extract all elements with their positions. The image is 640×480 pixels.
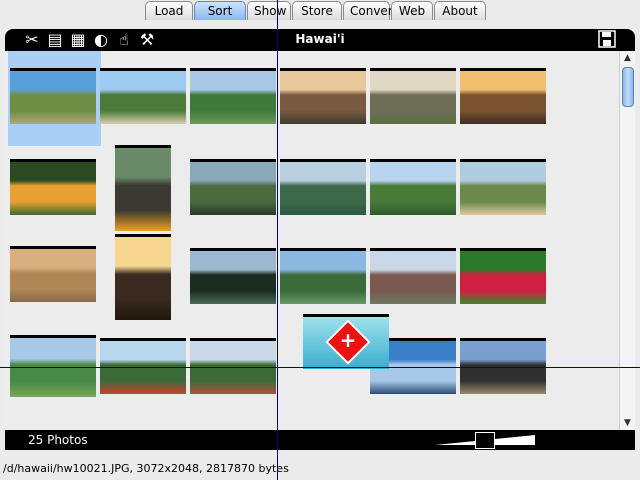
photo-image [10, 249, 96, 302]
photo-thumbnail[interactable] [10, 68, 96, 124]
photo-thumbnail[interactable] [10, 335, 96, 397]
tab-convert[interactable]: Convert [343, 1, 397, 20]
floppy-disk-icon-svg [598, 30, 616, 48]
photo-image [460, 162, 546, 215]
panel-footer: 25 Photos [5, 430, 635, 450]
thumbnail-grid [5, 51, 620, 431]
scroll-down-arrow-icon[interactable]: ▼ [621, 417, 634, 430]
dragged-thumbnail: + [303, 314, 389, 369]
photo-image [460, 251, 546, 304]
scroll-up-arrow-icon[interactable]: ▲ [621, 52, 634, 65]
photo-thumbnail[interactable] [190, 159, 276, 215]
photo-image [115, 237, 171, 320]
album-title: Hawai'i [295, 32, 345, 46]
photo-thumbnail[interactable] [100, 338, 186, 394]
vertical-scrollbar[interactable]: ▲ ▼ [619, 51, 635, 431]
tab-web[interactable]: Web [391, 1, 433, 20]
photo-image [115, 148, 171, 231]
scrollbar-thumb[interactable] [622, 67, 634, 107]
photo-thumbnail[interactable] [460, 248, 546, 304]
photo-thumbnail[interactable] [370, 159, 456, 215]
tab-show[interactable]: Show [247, 1, 291, 20]
photo-image [10, 162, 96, 215]
photo-thumbnail[interactable] [100, 68, 186, 124]
tab-sort[interactable]: Sort [194, 1, 246, 20]
photo-thumbnail[interactable] [460, 68, 546, 124]
photo-album-panel: ✂ ▤ ▦ ◐ ☝ ⚒ Hawai'i ▲ ▼ 25 Photos [5, 29, 635, 450]
photo-thumbnail[interactable] [460, 159, 546, 215]
tab-about[interactable]: About [434, 1, 486, 20]
plus-icon: + [339, 328, 357, 352]
tab-load[interactable]: Load [145, 1, 193, 20]
zoom-slider-knob[interactable] [475, 432, 495, 449]
photo-thumbnail[interactable] [370, 248, 456, 304]
photo-thumbnail[interactable] [190, 248, 276, 304]
photo-image [280, 162, 366, 215]
photo-image [190, 71, 276, 124]
crosshair-horizontal-line [0, 367, 640, 368]
floppy-disk-icon[interactable] [596, 30, 618, 50]
photo-thumbnail[interactable] [280, 68, 366, 124]
photo-thumbnail[interactable] [190, 338, 276, 394]
photo-image [100, 71, 186, 124]
photo-image [370, 251, 456, 304]
photo-image [190, 251, 276, 304]
photo-thumbnail[interactable] [280, 159, 366, 215]
photo-image [460, 71, 546, 124]
panel-titlebar: ✂ ▤ ▦ ◐ ☝ ⚒ Hawai'i [5, 29, 635, 51]
photo-thumbnail[interactable] [10, 159, 96, 215]
photo-image [190, 162, 276, 215]
photo-thumbnail[interactable] [115, 234, 171, 320]
status-bar-text: /d/hawaii/hw10021.JPG, 3072x2048, 281787… [3, 462, 289, 475]
photo-thumbnail[interactable] [460, 338, 546, 394]
photo-thumbnail[interactable] [190, 68, 276, 124]
photo-image [280, 251, 366, 304]
photo-thumbnail[interactable] [115, 145, 171, 231]
crosshair-vertical-line [277, 0, 278, 480]
photo-count: 25 Photos [28, 433, 88, 447]
menu-tabs: Load Sort Show Store Convert Web About [145, 1, 487, 22]
photo-image [10, 71, 96, 124]
tab-store[interactable]: Store [292, 1, 342, 20]
photo-thumbnail[interactable] [370, 68, 456, 124]
photo-image [370, 162, 456, 215]
photo-image [280, 71, 366, 124]
photo-thumbnail[interactable] [10, 246, 96, 302]
photo-image [370, 71, 456, 124]
photo-thumbnail[interactable] [280, 248, 366, 304]
